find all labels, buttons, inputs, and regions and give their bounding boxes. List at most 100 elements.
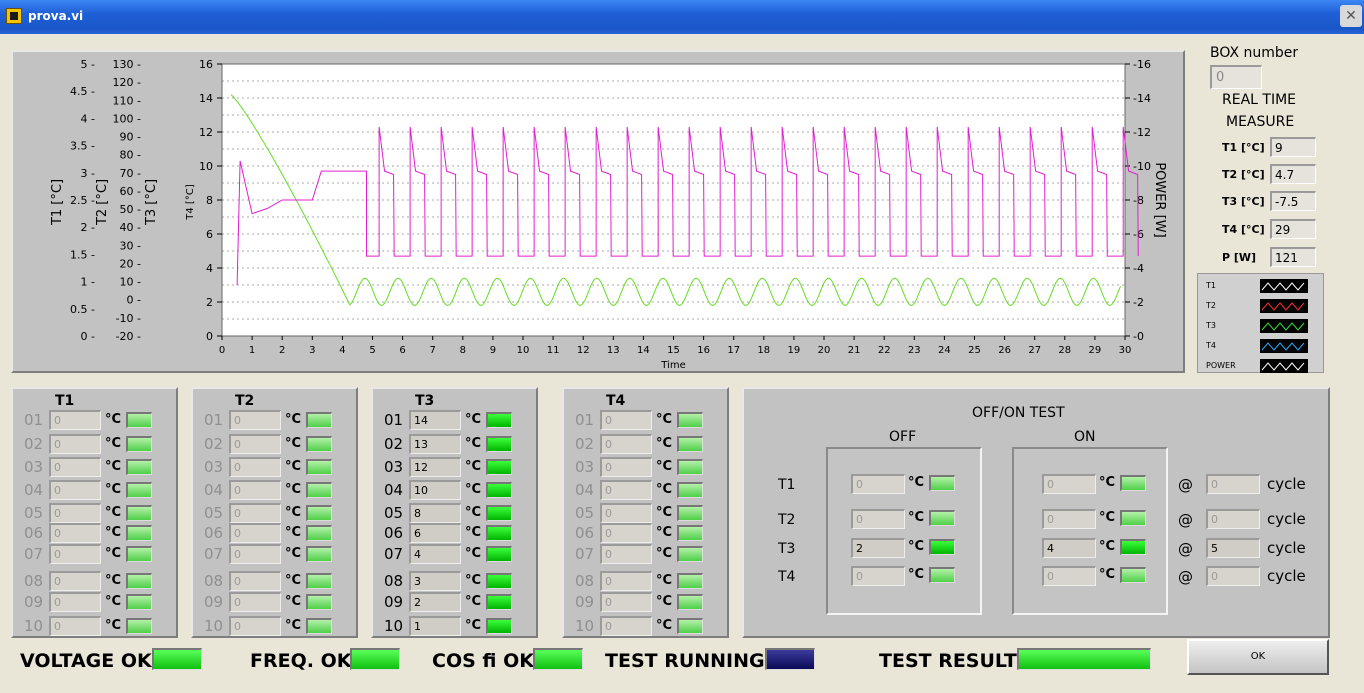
realtime-value: -7.5 xyxy=(1270,191,1316,211)
off-field[interactable]: 0 xyxy=(851,566,905,586)
status-led xyxy=(126,436,152,452)
temperature-field[interactable]: 0 xyxy=(600,410,652,430)
temperature-field[interactable]: 0 xyxy=(600,571,652,591)
x-tick-label: 13 xyxy=(607,345,620,356)
temperature-field[interactable]: 0 xyxy=(600,592,652,612)
temperature-field[interactable]: 0 xyxy=(229,544,281,564)
temperature-field[interactable]: 0 xyxy=(600,523,652,543)
status-led xyxy=(126,594,152,610)
on-field[interactable]: 0 xyxy=(1042,509,1096,529)
row-label: 01 xyxy=(384,411,404,429)
temperature-field[interactable]: 0 xyxy=(600,457,652,477)
unit-label: °C xyxy=(105,546,122,561)
box-number-field[interactable]: 0 xyxy=(1210,65,1262,89)
row-label: 10 xyxy=(204,617,224,635)
temperature-field[interactable]: 0 xyxy=(49,616,101,636)
temperature-field[interactable]: 0 xyxy=(49,410,101,430)
cycle-field[interactable]: 0 xyxy=(1206,509,1260,529)
temperature-field[interactable]: 0 xyxy=(229,410,281,430)
temperature-field[interactable]: 14 xyxy=(409,410,461,430)
temperature-field[interactable]: 0 xyxy=(229,503,281,523)
temperature-field[interactable]: 4 xyxy=(409,544,461,564)
unit-label: °C xyxy=(656,594,673,609)
unit-label: °C xyxy=(285,436,302,451)
off-field[interactable]: 2 xyxy=(851,538,905,558)
off-field[interactable]: 0 xyxy=(851,474,905,494)
on-field[interactable]: 0 xyxy=(1042,566,1096,586)
close-icon[interactable]: ✕ xyxy=(1340,5,1362,27)
cycle-field[interactable]: 0 xyxy=(1206,474,1260,494)
power-tick-label: -4 xyxy=(1133,262,1144,275)
realtime-label: P [W] xyxy=(1222,251,1257,264)
temperature-field[interactable]: 0 xyxy=(229,571,281,591)
x-tick-label: 4 xyxy=(339,345,345,356)
t1-tick-label: 1 - xyxy=(81,276,95,289)
temperature-field[interactable]: 1 xyxy=(409,616,461,636)
x-tick-label: 14 xyxy=(637,345,650,356)
row-label: 01 xyxy=(24,411,44,429)
unit-label: °C xyxy=(465,525,482,540)
power-tick-label: -10 xyxy=(1133,160,1151,173)
unit-label: °C xyxy=(285,505,302,520)
temperature-field[interactable]: 2 xyxy=(409,592,461,612)
group-title: T1 xyxy=(55,393,75,409)
status-led xyxy=(677,618,703,634)
temperature-field[interactable]: 13 xyxy=(409,434,461,454)
temperature-field[interactable]: 0 xyxy=(229,480,281,500)
status-led xyxy=(126,505,152,521)
ok-button[interactable]: OK xyxy=(1187,639,1329,675)
unit-label: °C xyxy=(105,482,122,497)
status-led xyxy=(306,412,332,428)
realtime-label: T1 [°C] xyxy=(1222,141,1265,154)
temperature-field[interactable]: 0 xyxy=(600,616,652,636)
row-label: 03 xyxy=(384,458,404,476)
temperature-field[interactable]: 0 xyxy=(49,503,101,523)
offon-row-label: T4 xyxy=(778,569,796,585)
power-tick-label: -16 xyxy=(1133,58,1151,71)
status-led xyxy=(677,482,703,498)
cycle-field[interactable]: 5 xyxy=(1206,538,1260,558)
off-led xyxy=(929,510,955,526)
temperature-field[interactable]: 0 xyxy=(49,571,101,591)
temperature-field[interactable]: 0 xyxy=(49,544,101,564)
temperature-field[interactable]: 0 xyxy=(229,616,281,636)
temperature-field[interactable]: 0 xyxy=(49,457,101,477)
unit-label: °C xyxy=(285,525,302,540)
temperature-field[interactable]: 0 xyxy=(229,523,281,543)
off-field[interactable]: 0 xyxy=(851,509,905,529)
temperature-field[interactable]: 0 xyxy=(229,457,281,477)
temperature-field[interactable]: 0 xyxy=(600,503,652,523)
temperature-field[interactable]: 0 xyxy=(49,480,101,500)
temperature-field[interactable]: 10 xyxy=(409,480,461,500)
on-field[interactable]: 4 xyxy=(1042,538,1096,558)
temperature-field[interactable]: 3 xyxy=(409,571,461,591)
row-label: 09 xyxy=(575,593,595,611)
temperature-field[interactable]: 0 xyxy=(49,592,101,612)
row-label: 08 xyxy=(384,572,404,590)
temperature-field[interactable]: 0 xyxy=(229,592,281,612)
t2-axis-label: T2 [°C] xyxy=(95,179,110,226)
temperature-field[interactable]: 0 xyxy=(600,480,652,500)
t1-tick-label: 3 - xyxy=(81,167,95,180)
temperature-field[interactable]: 8 xyxy=(409,503,461,523)
status-led xyxy=(486,618,512,634)
t3-tick-label: 40 - xyxy=(120,221,141,234)
unit-label: °C xyxy=(285,573,302,588)
status-led xyxy=(677,436,703,452)
temperature-field[interactable]: 0 xyxy=(229,434,281,454)
power-tick-label: -0 xyxy=(1133,330,1144,343)
cycle-field[interactable]: 0 xyxy=(1206,566,1260,586)
x-axis-label: Time xyxy=(660,360,685,371)
temperature-field[interactable]: 12 xyxy=(409,457,461,477)
on-field[interactable]: 0 xyxy=(1042,474,1096,494)
temperature-field[interactable]: 0 xyxy=(600,544,652,564)
unit-label: °C xyxy=(465,594,482,609)
off-label: OFF xyxy=(889,429,917,445)
t3-tick-label: 20 - xyxy=(120,257,141,270)
power-tick-label: -12 xyxy=(1133,126,1151,139)
temperature-field[interactable]: 0 xyxy=(600,434,652,454)
temperature-field[interactable]: 0 xyxy=(49,434,101,454)
temperature-field[interactable]: 0 xyxy=(49,523,101,543)
realtime-label: T2 [°C] xyxy=(1222,168,1265,181)
temperature-field[interactable]: 6 xyxy=(409,523,461,543)
